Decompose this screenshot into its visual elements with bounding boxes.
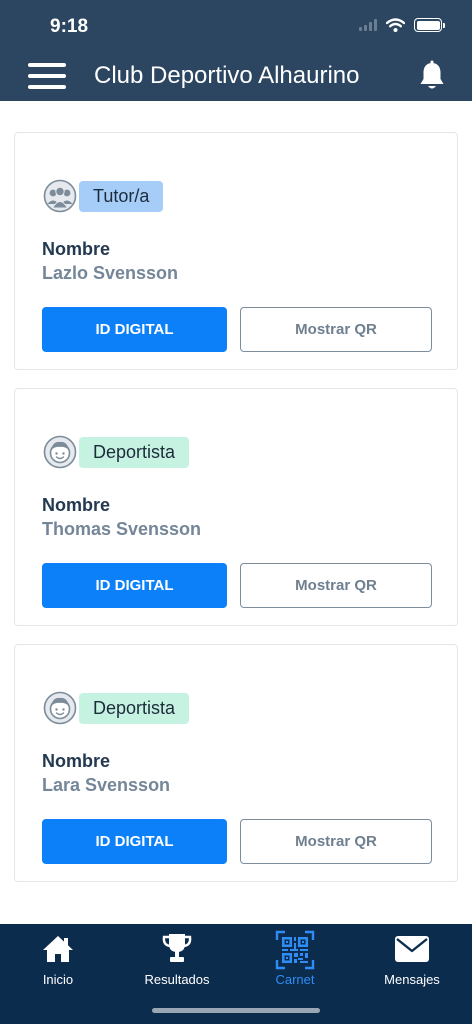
tab-label: Mensajes [384, 972, 440, 987]
status-icons [359, 18, 445, 32]
role-row: Deportista [43, 691, 190, 725]
name-label: Nombre [42, 751, 111, 771]
qr-code-icon [275, 930, 315, 970]
name-label: Nombre [42, 495, 111, 515]
member-card: Deportista Nombre Lara Svensson ID DIGIT… [14, 644, 458, 882]
tab-resultados[interactable]: Resultados [122, 930, 232, 990]
tab-label: Resultados [144, 972, 210, 987]
tab-carnet[interactable]: Carnet [240, 930, 350, 990]
cellular-signal-icon [359, 19, 377, 31]
battery-icon [414, 18, 445, 32]
name-label: Nombre [42, 239, 111, 259]
page-title: Club Deportivo Alhaurino [94, 62, 360, 89]
hamburger-icon [28, 63, 66, 67]
menu-button[interactable] [28, 63, 68, 91]
tab-label: Carnet [275, 972, 315, 987]
notifications-button[interactable] [418, 60, 446, 92]
show-qr-button[interactable]: Mostrar QR [240, 563, 432, 608]
member-card: Deportista Nombre Thomas Svensson ID DIG… [14, 388, 458, 626]
id-digital-button[interactable]: ID DIGITAL [42, 307, 227, 352]
tab-mensajes[interactable]: Mensajes [357, 930, 467, 990]
role-badge: Deportista [79, 436, 190, 468]
tab-inicio[interactable]: Inicio [3, 930, 113, 990]
top-bar: 9:18 Club Deportivo Alhaurino [0, 0, 472, 101]
status-time: 9:18 [50, 16, 89, 37]
bell-icon [420, 60, 444, 89]
role-badge: Deportista [79, 692, 190, 724]
home-indicator [152, 1008, 320, 1013]
member-name: Lara Svensson [42, 775, 171, 795]
tab-label: Inicio [42, 972, 74, 987]
home-icon [43, 936, 73, 962]
wifi-icon [386, 18, 405, 32]
show-qr-button[interactable]: Mostrar QR [240, 819, 432, 864]
show-qr-button[interactable]: Mostrar QR [240, 307, 432, 352]
mail-icon [395, 936, 429, 962]
carnet-list[interactable]: Tutor/a Nombre Lazlo Svensson ID DIGITAL… [0, 101, 472, 924]
id-digital-button[interactable]: ID DIGITAL [42, 819, 227, 864]
id-digital-button[interactable]: ID DIGITAL [42, 563, 227, 608]
member-card: Tutor/a Nombre Lazlo Svensson ID DIGITAL… [14, 132, 458, 370]
role-row: Deportista [43, 435, 190, 469]
athlete-face-icon [43, 691, 77, 725]
trophy-icon [162, 934, 192, 962]
member-name: Thomas Svensson [42, 519, 202, 539]
member-name: Lazlo Svensson [42, 263, 179, 283]
role-row: Tutor/a [43, 179, 164, 213]
athlete-face-icon [43, 435, 77, 469]
group-icon [43, 179, 77, 213]
role-badge: Tutor/a [79, 180, 164, 212]
